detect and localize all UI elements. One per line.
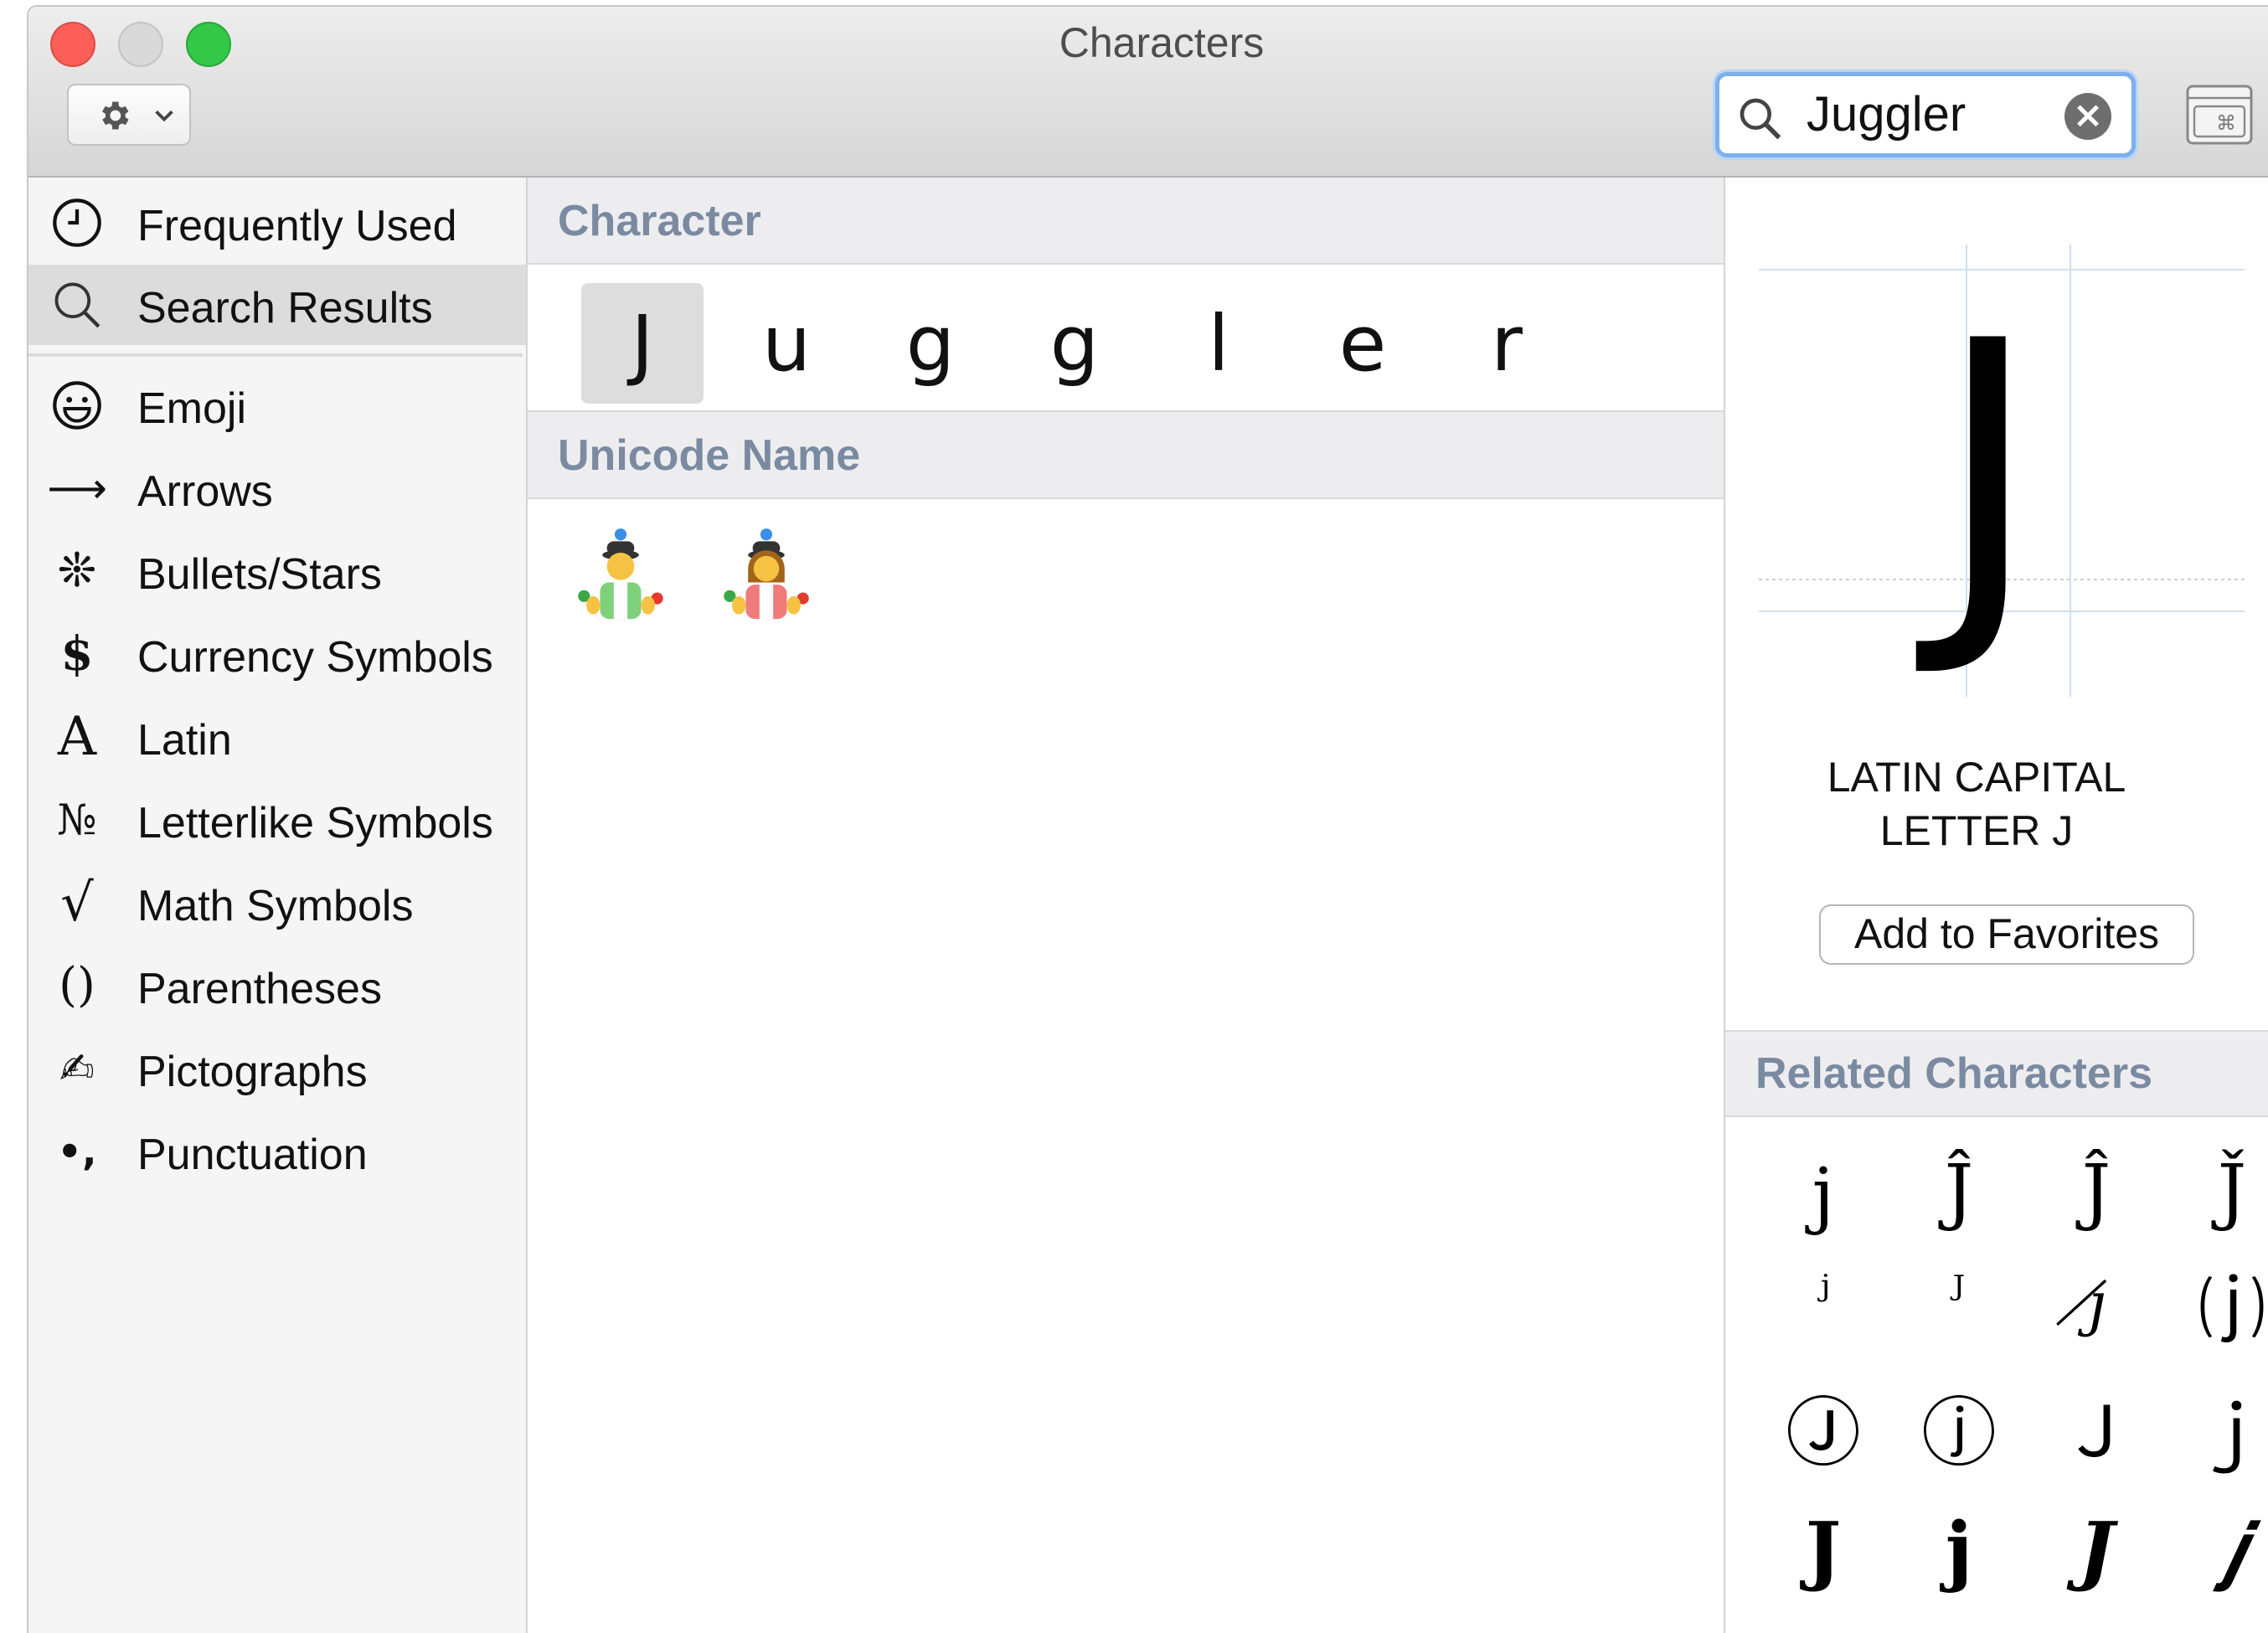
glyph-preview: J [1759,211,2245,697]
related-character[interactable]: j [1760,1141,1886,1249]
man-juggling-emoji[interactable] [575,528,667,628]
unicode-character-name: LATIN CAPITAL LETTER J [1809,750,2144,858]
search-icon [1740,98,1781,140]
square-root-icon: √ [60,872,94,933]
character-name-line: LATIN CAPITAL [1827,754,2126,801]
character-cell[interactable]: r [1446,283,1568,404]
clear-search-icon[interactable]: × [2064,93,2111,140]
window-title: Characters [1059,19,1265,66]
chevron-down-icon [155,110,173,122]
character-cell[interactable]: J [581,283,704,404]
sidebar-item-pictographs[interactable]: ✍ Pictographs [28,1028,526,1109]
sidebar-item-punctuation[interactable]: •, Punctuation [28,1111,526,1192]
related-character[interactable]: ⓙ [1896,1372,2022,1481]
character-cell[interactable]: u [725,283,848,404]
related-character[interactable]: 𝑱 [2033,1496,2159,1605]
sidebar-divider [28,353,523,357]
sidebar-item-label: Math Symbols [137,882,414,930]
related-character[interactable]: ⒥ [2169,1249,2268,1358]
glyph-large: J [1935,265,2041,684]
sidebar-item-label: Parentheses [137,965,382,1013]
related-character[interactable]: 𝐉 [1760,1496,1886,1605]
gear-icon [102,101,129,130]
asterisk-icon: ❊ [57,543,97,598]
related-character[interactable]: 𝒋 [2169,1496,2268,1605]
punctuation-icon: •, [57,1129,97,1174]
sidebar-item-math-symbols[interactable]: √ Math Symbols [28,863,526,943]
svg-text:⌘: ⌘ [2216,111,2236,135]
keyboard-viewer-icon[interactable]: ⌘ [2186,84,2253,146]
sidebar-item-label: Search Results [137,284,433,332]
characters-window: Characters × ⌘ [27,5,2268,1633]
sidebar-item-label: Latin [137,716,232,765]
character-cell[interactable]: g [1013,283,1136,404]
related-character[interactable]: Ⓙ [1760,1372,1886,1481]
sidebar-item-label: Arrows [137,467,273,516]
numero-icon: № [57,796,97,844]
sidebar-item-label: Pictographs [137,1048,368,1096]
sidebar-item-parentheses[interactable]: () Parentheses [28,945,526,1026]
sidebar-item-arrows[interactable]: ⟶ Arrows [28,448,526,528]
writing-hand-icon: ✍ [59,1044,95,1093]
arrow-icon: ⟶ [47,464,107,513]
parentheses-icon: () [59,958,95,1012]
character-cell[interactable]: l [1157,283,1280,404]
related-character[interactable]: Ｊ [2033,1372,2159,1481]
sidebar-item-label: Currency Symbols [137,633,493,682]
character-results-row: J u g g l e r [528,265,1724,412]
search-icon [47,276,107,333]
related-characters-header: Related Characters [1725,1030,2268,1117]
sidebar-item-bullets-stars[interactable]: ❊ Bullets/Stars [28,531,526,611]
related-character[interactable]: ᴶ [1896,1239,2022,1348]
related-character[interactable]: ʲ [1760,1239,1886,1348]
sidebar-item-search-results[interactable]: Search Results [28,265,526,345]
search-results-pane: Character J u g g l e r Unicode Name [528,178,1724,1633]
add-to-favorites-button[interactable]: Add to Favorites [1819,904,2194,965]
related-character[interactable]: J̌ [2169,1137,2268,1246]
unicode-name-section-header: Unicode Name [528,412,1724,499]
woman-juggling-emoji[interactable] [720,528,812,628]
search-field[interactable]: × [1715,72,2136,157]
sidebar-item-label: Punctuation [137,1131,368,1179]
smiley-icon [47,377,107,434]
latin-a-icon: A [57,706,97,768]
sidebar-item-latin[interactable]: A Latin [28,697,526,777]
sidebar-item-label: Emoji [137,384,247,433]
character-name-line: LETTER J [1879,807,2074,854]
related-character[interactable]: Ĵ [2033,1137,2159,1246]
character-inspector: J LATIN CAPITAL LETTER J Add to Favorite… [1724,178,2268,1633]
related-character[interactable]: Ĵ [1896,1137,2022,1246]
related-character[interactable]: 𝐣 [1896,1496,2022,1605]
sidebar-item-currency-symbols[interactable]: $ Currency Symbols [28,614,526,694]
dollar-icon: $ [60,626,94,682]
sidebar-item-frequently-used[interactable]: Frequently Used [28,183,526,263]
clock-icon [47,194,107,251]
related-character[interactable]: ȷ̸ [2033,1249,2159,1358]
character-cell[interactable]: e [1302,283,1424,404]
sidebar-item-label: Frequently Used [137,202,457,250]
action-menu-button[interactable] [67,84,191,146]
toolbar: Characters × ⌘ [28,7,2268,178]
sidebar-item-letterlike-symbols[interactable]: № Letterlike Symbols [28,780,526,860]
character-cell[interactable]: g [869,283,992,404]
related-character[interactable]: ｊ [2169,1372,2268,1481]
sidebar-item-label: Bullets/Stars [137,550,382,599]
sidebar-item-emoji[interactable]: Emoji [28,365,526,446]
category-sidebar: Frequently Used Search Results Emoji ⟶ A… [28,178,528,1633]
search-input[interactable] [1807,85,2058,143]
character-section-header: Character [528,178,1724,265]
sidebar-item-label: Letterlike Symbols [137,799,493,847]
